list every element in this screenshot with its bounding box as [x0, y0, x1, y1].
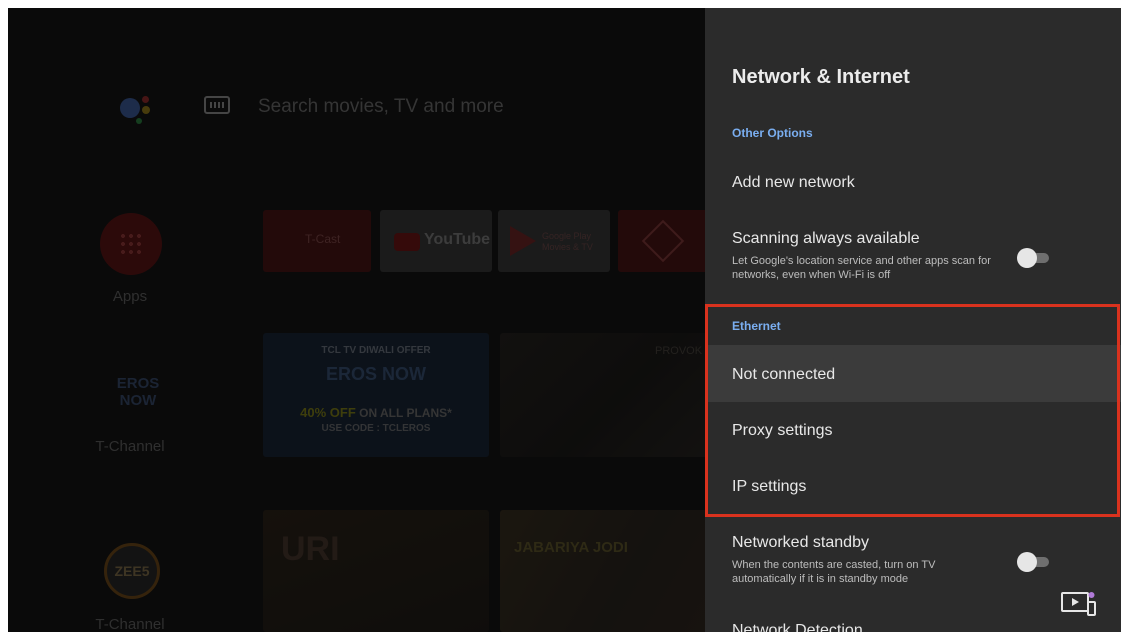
keyboard-icon[interactable] [204, 96, 230, 114]
google-play-label: Google Play Movies & TV [542, 231, 593, 252]
youtube-tile[interactable]: YouTube [380, 210, 492, 272]
tcast-label: T-Cast [305, 232, 341, 246]
network-detection-item[interactable]: Network Detection [732, 622, 863, 632]
movie-title: JABARIYA JODI [514, 539, 628, 556]
games-tile[interactable] [618, 210, 708, 272]
promo-brand: EROS NOW [325, 364, 426, 384]
promo-offer: 40% OFF ON ALL PLANS* [300, 405, 452, 420]
search-bar[interactable]: Search movies, TV and more [258, 96, 504, 118]
scanning-toggle[interactable] [1017, 248, 1049, 268]
channel-label: T-Channel [95, 616, 165, 632]
apps-label: Apps [112, 288, 148, 305]
jabariya-jodi-card[interactable]: JABARIYA JODI [500, 510, 710, 632]
promo-headline: TCL TV DIWALI OFFER [321, 345, 431, 356]
youtube-label: YouTube [424, 231, 491, 248]
cast-screen-icon[interactable] [1061, 588, 1097, 618]
network-settings-panel: Network & Internet Other Options Add new… [705, 8, 1121, 632]
scanning-description: Let Google's location service and other … [732, 255, 991, 281]
tv-screen: Search movies, TV and more Apps EROS NOW… [8, 8, 1121, 632]
section-header-other-options: Other Options [732, 126, 813, 140]
promo-code: USE CODE : TCLEROS [321, 423, 431, 434]
uri-movie-card[interactable]: URI [263, 510, 489, 632]
add-new-network-item[interactable]: Add new network [732, 174, 855, 192]
standby-toggle[interactable] [1017, 552, 1049, 572]
dice-icon [641, 219, 685, 263]
standby-label: Networked standby [732, 534, 869, 551]
play-icon [510, 226, 536, 256]
zee5-logo[interactable]: ZEE5 [104, 543, 160, 599]
standby-description: When the contents are casted, turn on TV… [732, 559, 936, 585]
scanning-label: Scanning always available [732, 230, 920, 247]
proxy-settings-item[interactable]: Proxy settings [732, 422, 832, 440]
tcast-tile[interactable]: T-Cast [263, 210, 371, 272]
panel-title: Network & Internet [732, 66, 910, 88]
toggle-knob [1017, 248, 1037, 268]
promo-card[interactable]: TCL TV DIWALI OFFER EROS NOW 40% OFF ON … [263, 333, 489, 457]
google-play-movies-tile[interactable]: Google Play Movies & TV [498, 210, 610, 272]
home-launcher: Search movies, TV and more Apps EROS NOW… [8, 8, 710, 632]
ip-settings-item[interactable]: IP settings [732, 478, 806, 496]
eros-now-logo[interactable]: EROS NOW [116, 375, 160, 411]
movie-card[interactable]: PROVOK [500, 333, 710, 457]
google-assistant-icon[interactable] [118, 92, 156, 126]
youtube-play-icon [394, 233, 420, 251]
ethernet-not-connected-item[interactable]: Not connected [732, 366, 835, 384]
channel-label: T-Channel [95, 438, 165, 455]
section-header-ethernet: Ethernet [732, 319, 781, 333]
movie-title: URI [281, 530, 340, 568]
apps-icon[interactable] [100, 213, 162, 275]
toggle-knob [1017, 552, 1037, 572]
movie-title: PROVOK [655, 345, 703, 357]
